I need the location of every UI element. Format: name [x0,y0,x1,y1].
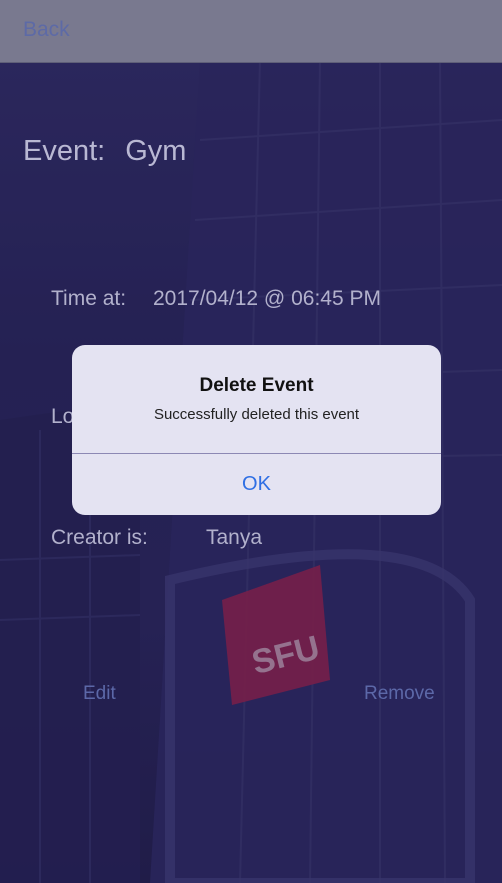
alert-ok-button[interactable]: OK [72,454,441,515]
location-label: Lo [51,405,75,428]
location-row: Lo [51,405,74,429]
event-label: Event: [23,135,106,167]
creator-value: Tanya [206,526,263,549]
creator-label: Creator is: [51,526,148,549]
time-label: Time at: [51,287,127,310]
navigation-bar: Back [0,0,502,63]
time-row: Time at: 2017/04/12 @ 06:45 PM [51,287,381,311]
event-name: Gym [125,135,187,167]
alert-dialog: Delete Event Successfully deleted this e… [72,345,441,515]
edit-button[interactable]: Edit [83,683,116,705]
creator-row: Creator is: Tanya [51,526,262,550]
remove-button[interactable]: Remove [364,683,435,705]
alert-message: Successfully deleted this event [153,406,360,423]
time-value: 2017/04/12 @ 06:45 PM [153,287,381,310]
event-title-row: Event: Gym [23,135,186,168]
alert-title: Delete Event [199,375,314,396]
back-button[interactable]: Back [23,18,70,42]
